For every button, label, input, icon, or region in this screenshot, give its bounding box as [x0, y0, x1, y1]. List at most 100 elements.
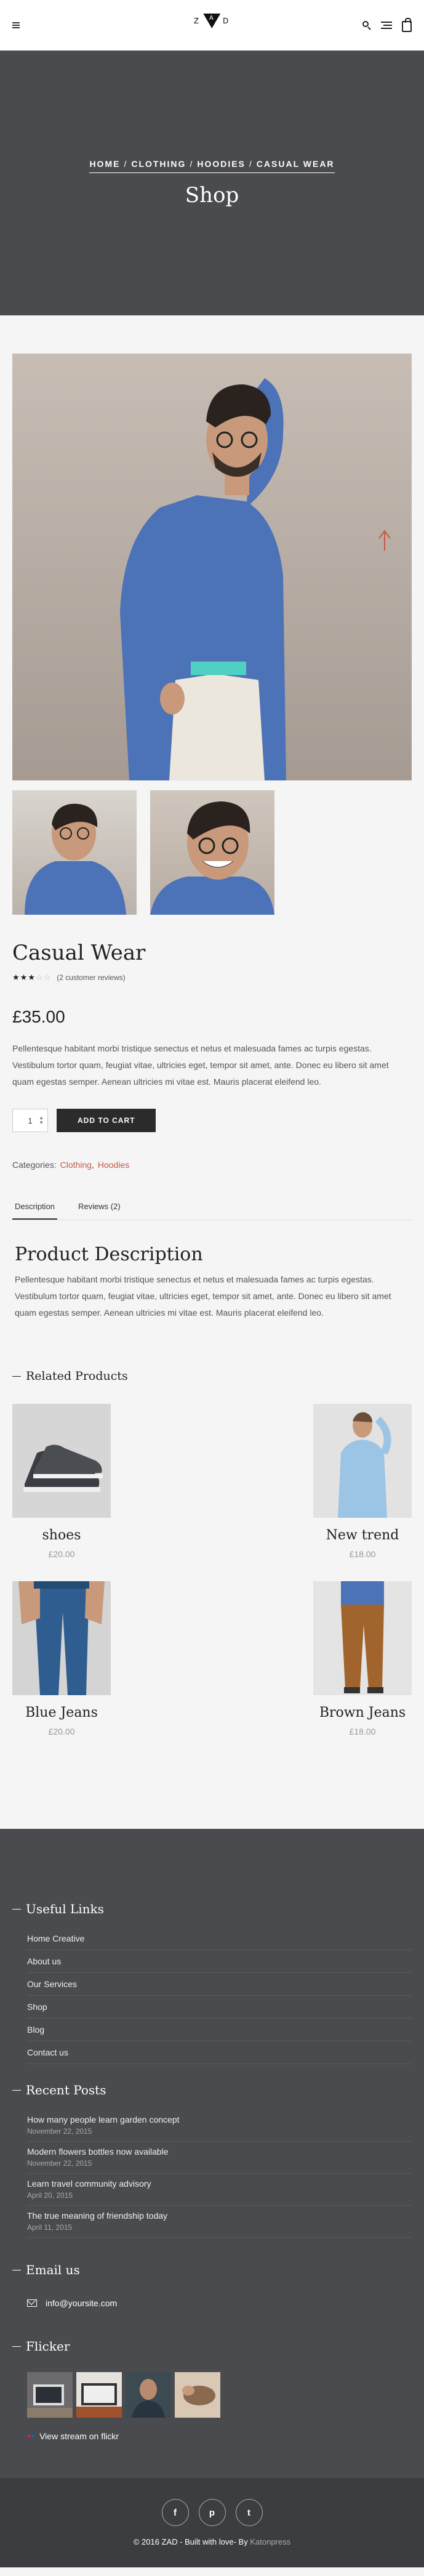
useful-links-title: Useful Links [26, 1902, 104, 1916]
logo-triangle: A [202, 14, 220, 28]
review-count-link[interactable]: (2 customer reviews) [57, 973, 125, 982]
menu-icon[interactable] [381, 22, 392, 29]
recent-post[interactable]: The true meaning of friendship today Apri… [27, 2206, 412, 2238]
related-product-image[interactable] [313, 1404, 412, 1518]
related-product-card[interactable]: Brown Jeans £18.00 [313, 1581, 412, 1736]
site-logo[interactable]: Z A D [194, 14, 230, 28]
product-main-image[interactable] [12, 354, 412, 780]
footer-link-about-us[interactable]: About us [27, 1950, 412, 1973]
breadcrumb-current: CASUAL WEAR [256, 158, 335, 169]
flickr-gallery [27, 2372, 412, 2418]
breadcrumb-home[interactable]: HOME [89, 159, 120, 169]
site-footer: Useful Links Home Creative About us Our … [0, 1829, 424, 2478]
email-address[interactable]: info@yoursite.com [46, 2298, 117, 2308]
related-product-image[interactable] [12, 1581, 111, 1695]
left-menu-icon[interactable] [12, 22, 20, 28]
related-product-price: £18.00 [349, 1549, 376, 1559]
flickr-icon: ●● [27, 2432, 35, 2440]
shopping-bag-icon[interactable] [402, 18, 412, 32]
add-to-cart-button[interactable]: ADD TO CART [57, 1109, 156, 1132]
related-product-image[interactable] [313, 1581, 412, 1695]
related-products-title: Related Products [26, 1369, 128, 1383]
category-link-hoodies[interactable]: Hoodies [98, 1160, 129, 1170]
related-product-price: £18.00 [349, 1727, 376, 1736]
flickr-photo[interactable] [76, 2372, 122, 2418]
breadcrumb-clothing[interactable]: CLOTHING [131, 159, 186, 169]
recent-posts-heading: Recent Posts [12, 2083, 412, 2097]
post-date: April 20, 2015 [27, 2191, 73, 2200]
category-link-clothing[interactable]: Clothing [60, 1160, 92, 1170]
post-date: November 22, 2015 [27, 2159, 92, 2168]
site-header: Z A D [0, 0, 424, 51]
pinterest-icon[interactable]: p [198, 2499, 226, 2526]
footer-link-shop[interactable]: Shop [27, 1996, 412, 2019]
related-product-image[interactable] [12, 1404, 111, 1518]
related-products: Related Products shoes £20.00 New trend … [0, 1369, 424, 1736]
product-title: Casual Wear [12, 941, 146, 965]
facebook-icon[interactable]: f [161, 2499, 189, 2526]
flickr-photo[interactable] [175, 2372, 220, 2418]
product-thumbnail[interactable] [12, 790, 137, 915]
tab-reviews[interactable]: Reviews (2) [76, 1202, 123, 1220]
footer-link-contact-us[interactable]: Contact us [27, 2041, 412, 2064]
recent-post[interactable]: How many people learn garden concept Nove… [27, 2110, 412, 2142]
twitter-icon[interactable]: t [235, 2499, 263, 2526]
post-date: November 22, 2015 [27, 2127, 92, 2136]
email-contact[interactable]: info@yoursite.com [27, 2298, 412, 2308]
recent-post[interactable]: Modern flowers bottles now available Nove… [27, 2142, 412, 2174]
star-rating: ★ ★ ★ ☆ ☆ [12, 973, 50, 982]
related-product-price: £20.00 [48, 1549, 75, 1559]
search-icon[interactable] [362, 21, 371, 30]
useful-links-heading: Useful Links [12, 1902, 412, 1916]
tab-description[interactable]: Description [12, 1202, 58, 1220]
flickr-stream-link[interactable]: ●● View stream on flickr [27, 2431, 412, 2441]
recent-post[interactable]: Learn travel community advisory April 20,… [27, 2174, 412, 2206]
useful-links-list: Home Creative About us Our Services Shop… [27, 1927, 412, 2064]
add-to-cart-row: 1 ▲ ▼ ADD TO CART [12, 1109, 412, 1132]
post-title[interactable]: Modern flowers bottles now available [27, 2147, 412, 2157]
related-product-name[interactable]: New trend [313, 1528, 412, 1543]
author-link[interactable]: Katonpress [250, 2537, 290, 2546]
breadcrumb-hoodies[interactable]: HOODIES [197, 159, 246, 169]
social-links: f p t [161, 2499, 263, 2526]
post-title[interactable]: Learn travel community advisory [27, 2179, 412, 2189]
footer-bottom-bar: f p t © 2016 ZAD - Built with love- By K… [0, 2478, 424, 2567]
product-categories: Categories: Clothing, Hoodies [12, 1160, 130, 1170]
related-product-name[interactable]: Blue Jeans [12, 1705, 111, 1720]
footer-link-home-creative[interactable]: Home Creative [27, 1927, 412, 1950]
stepper-arrows-icon[interactable]: ▲ ▼ [39, 1116, 44, 1125]
flicker-heading: Flicker [12, 2339, 412, 2354]
related-product-card[interactable]: shoes £20.00 [12, 1404, 111, 1559]
breadcrumb: HOME / CLOTHING / HOODIES / CASUAL WEAR [89, 158, 335, 173]
flickr-link-text[interactable]: View stream on flickr [39, 2431, 119, 2441]
related-product-card[interactable]: Blue Jeans £20.00 [12, 1581, 111, 1736]
post-title[interactable]: The true meaning of friendship today [27, 2211, 412, 2221]
categories-label: Categories: [12, 1160, 57, 1170]
product-description-heading: Product Description [15, 1244, 203, 1265]
product-thumbnail[interactable] [150, 790, 274, 915]
footer-link-blog[interactable]: Blog [27, 2019, 412, 2041]
footer-link-our-services[interactable]: Our Services [27, 1973, 412, 1996]
flickr-photo[interactable] [27, 2372, 73, 2418]
quantity-stepper[interactable]: 1 ▲ ▼ [12, 1109, 48, 1132]
mail-icon [27, 2299, 37, 2307]
star-icon: ★ [20, 973, 28, 982]
star-icon: ☆ [43, 973, 51, 982]
logo-letter-a: A [209, 15, 215, 22]
email-title: Email us [26, 2262, 80, 2277]
logo-letter-z: Z [193, 17, 201, 25]
flickr-photo[interactable] [126, 2372, 171, 2418]
flicker-title: Flicker [26, 2339, 70, 2354]
related-product-name[interactable]: Brown Jeans [313, 1705, 412, 1720]
logo-letter-d: D [222, 17, 231, 25]
copyright-text: © 2016 ZAD - Built with love- By Katonpr… [134, 2537, 290, 2546]
post-title[interactable]: How many people learn garden concept [27, 2115, 412, 2124]
rating-row: ★ ★ ★ ☆ ☆ (2 customer reviews) [12, 973, 412, 982]
star-icon: ★ [12, 973, 20, 982]
copyright-prefix: © 2016 ZAD - Built with love- By [133, 2537, 248, 2546]
related-product-card[interactable]: New trend £18.00 [313, 1404, 412, 1559]
post-date: April 11, 2015 [27, 2223, 73, 2232]
related-product-name[interactable]: shoes [12, 1528, 111, 1543]
star-icon: ☆ [35, 973, 43, 982]
product-tabs: Description Reviews (2) [12, 1202, 412, 1220]
